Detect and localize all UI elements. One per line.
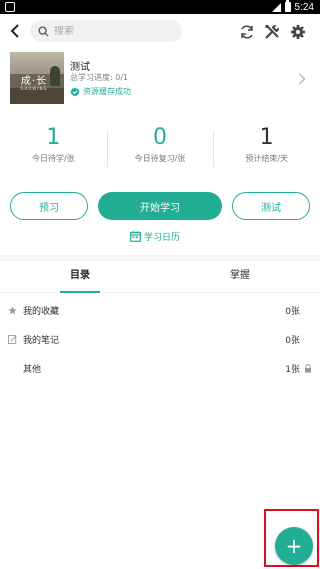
settings-button[interactable] — [289, 23, 307, 41]
stat-to-review: 0 今日待复习/张 — [106, 125, 214, 180]
search-bar[interactable] — [30, 20, 182, 42]
content-tabs: 目录 掌握 — [0, 261, 320, 293]
stat-value: 1 — [46, 125, 61, 150]
study-calendar-link[interactable]: 学习日历 — [130, 230, 180, 243]
status-bar-right: 5:24 — [271, 0, 314, 14]
clock: 5:24 — [294, 1, 314, 13]
deck-detail-chevron — [298, 70, 308, 85]
list-item-count: 0张 — [285, 336, 300, 346]
search-icon — [38, 25, 49, 37]
top-bar — [0, 14, 320, 50]
stat-value: 1 — [259, 125, 274, 150]
gear-icon — [291, 25, 305, 39]
sync-button[interactable] — [238, 23, 256, 41]
back-button[interactable] — [6, 22, 24, 40]
stat-label: 预计结束/天 — [245, 154, 289, 163]
check-badge-icon — [70, 87, 80, 96]
notification-app-icon — [5, 2, 15, 12]
list-item-notes[interactable]: 我的笔记 0张 — [0, 325, 320, 354]
cache-status: 资源缓存成功 — [70, 86, 131, 97]
study-calendar-label: 学习日历 — [144, 233, 181, 243]
list-item-label: 我的收藏 — [23, 307, 60, 317]
list-item-label: 其他 — [23, 365, 42, 375]
deck-cover-image: 成·长 GROWING — [10, 52, 64, 104]
status-bar: 5:24 — [0, 0, 320, 14]
chevron-right-icon — [299, 73, 306, 85]
study-stats: 1 今日待学/张 0 今日待复习/张 1 预计结束/天 — [0, 125, 320, 180]
tab-catalog[interactable]: 目录 — [0, 261, 160, 293]
list-item-other[interactable]: 其他 1张 — [0, 354, 320, 383]
deck-progress: 总学习进度: 0/1 — [70, 73, 129, 82]
catalog-list: 我的收藏 0张 我的笔记 0张 其他 1张 — [0, 296, 320, 383]
stat-label: 今日待学/张 — [31, 154, 75, 163]
deck-card[interactable]: 成·长 GROWING 测试 总学习进度: 0/1 资源缓存成功 — [0, 50, 320, 112]
cover-subtitle: GROWING — [20, 86, 48, 91]
calendar-icon — [130, 231, 141, 242]
search-input[interactable] — [54, 25, 174, 37]
add-button[interactable]: + — [275, 527, 313, 565]
cache-status-text: 资源缓存成功 — [83, 87, 131, 96]
tools-icon — [265, 25, 279, 39]
deck-name: 测试 — [70, 62, 90, 73]
signal-icon — [271, 2, 281, 12]
cover-title: 成·长 — [20, 76, 48, 87]
lock-icon — [304, 364, 312, 373]
stat-label: 今日待复习/张 — [134, 154, 186, 163]
preview-button[interactable]: 预习 — [10, 192, 88, 220]
tools-button[interactable] — [263, 23, 281, 41]
list-item-count: 1张 — [285, 365, 300, 375]
battery-icon — [284, 0, 291, 12]
list-item-label: 我的笔记 — [23, 336, 60, 346]
tab-mastered[interactable]: 掌握 — [160, 261, 320, 292]
stat-days-left: 1 预计结束/天 — [213, 125, 320, 180]
list-item-count: 0张 — [285, 307, 300, 317]
sync-icon — [241, 25, 253, 39]
test-button[interactable]: 测试 — [232, 192, 310, 220]
star-icon — [7, 306, 17, 316]
back-arrow-icon — [10, 24, 19, 38]
list-item-favorites[interactable]: 我的收藏 0张 — [0, 296, 320, 325]
start-study-button[interactable]: 开始学习 — [98, 192, 222, 220]
stat-value: 0 — [153, 125, 167, 150]
note-icon — [7, 335, 17, 345]
stat-to-learn: 1 今日待学/张 — [0, 125, 107, 180]
